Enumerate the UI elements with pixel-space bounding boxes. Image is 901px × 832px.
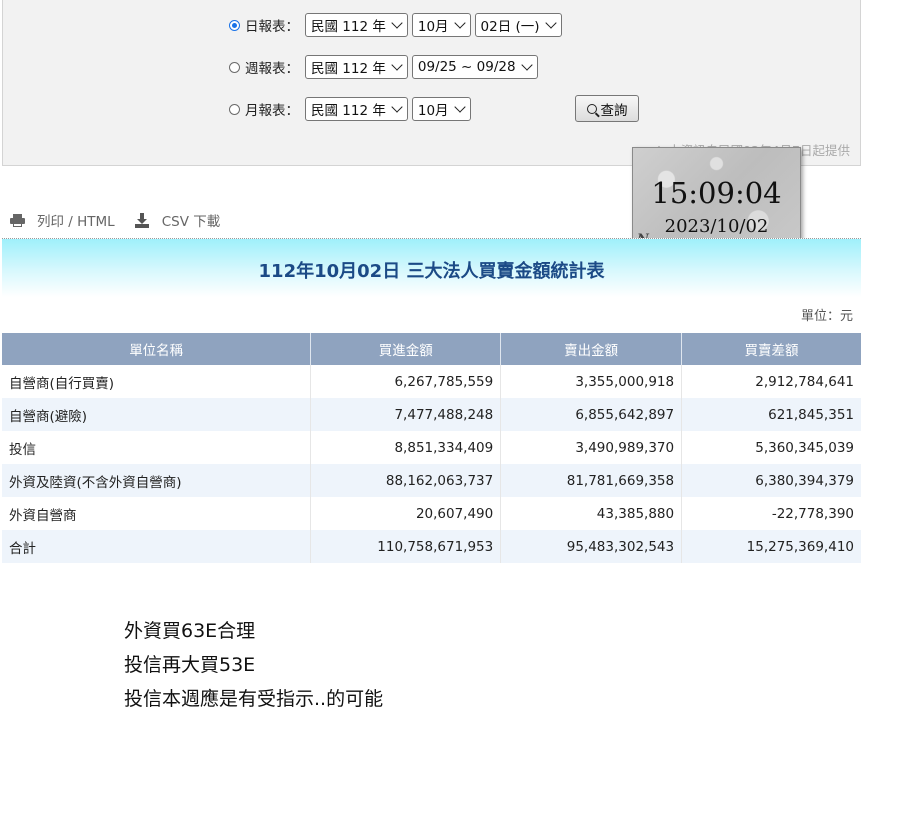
net-amount: 5,360,345,039 [755,439,854,456]
monthly-report-radio[interactable] [229,103,240,115]
comment-line: 投信再大買53E [124,654,256,676]
clock-time: 15:09:04 [651,176,782,210]
print-html-label: 列印 / HTML [37,214,115,230]
weekly-range-select[interactable]: 09/25 ~ 09/28 [411,55,538,79]
monthly-report-label: 月報表： [245,103,299,119]
monthly-report-row: 月報表： 民國 112 年 10月 [229,96,475,122]
buy-amount: 8,851,334,409 [310,431,502,464]
buy-amount: 20,607,490 [310,497,502,530]
query-button[interactable]: 查詢 [575,95,639,122]
query-button-label: 查詢 [600,102,628,119]
net-amount: -22,778,390 [771,505,854,522]
weekly-report-label: 週報表： [245,61,299,77]
daily-year-value: 民國 112 年 [311,19,386,35]
net-amount: 621,845,351 [681,398,861,431]
csv-download-link[interactable]: CSV 下載 [134,210,221,230]
net-amount: 2,912,784,641 [755,373,854,390]
unit-label: 單位：元 [800,309,853,324]
monthly-year-value: 民國 112 年 [311,103,386,119]
daily-month-select[interactable]: 10月 [411,13,471,37]
sell-amount: 3,490,989,370 [500,431,683,464]
buy-amount: 7,477,488,248 [310,398,502,431]
daily-month-value: 10月 [417,19,449,35]
table-header-row: 單位名稱 買進金額 賣出金額 買賣差額 [2,333,861,365]
monthly-year-select[interactable]: 民國 112 年 [305,97,408,121]
daily-report-row: 日報表： 民國 112 年 10月 02日 (一) [229,12,566,38]
sell-amount: 6,855,642,897 [500,398,683,431]
report-title: 112年10月02日 三大法人買賣金額統計表 [258,261,605,282]
weekly-report-row: 週報表： 民國 112 年 09/25 ~ 09/28 [229,54,542,80]
buy-amount: 88,162,063,737 [310,464,502,497]
institution-name: 自營商(避險) [2,398,312,431]
sell-amount: 95,483,302,543 [500,530,683,563]
weekly-year-select[interactable]: 民國 112 年 [305,55,408,79]
monthly-month-select[interactable]: 10月 [411,97,471,121]
column-header-sell: 賣出金額 [500,333,683,365]
chevron-down-icon [391,101,403,113]
report-tools: 列印 / HTML CSV 下載 [10,208,240,232]
table-row: 投信 8,851,334,409 3,490,989,370 5,360,345… [2,431,861,464]
column-header-buy: 買進金額 [310,333,502,365]
buy-amount: 6,267,785,559 [310,365,502,398]
report-title-bar: 112年10月02日 三大法人買賣金額統計表 [2,238,861,297]
institution-name: 外資及陸資(不含外資自營商) [2,464,312,497]
search-icon [586,103,597,114]
chevron-down-icon [391,17,403,29]
weekly-range-value: 09/25 ~ 09/28 [417,59,516,75]
table-row: 自營商(自行買賣) 6,267,785,559 3,355,000,918 2,… [2,365,861,398]
institutional-trading-table: 單位名稱 買進金額 賣出金額 買賣差額 自營商(自行買賣) 6,267,785,… [2,333,861,563]
column-header-name: 單位名稱 [2,333,312,365]
sell-amount: 43,385,880 [500,497,683,530]
sell-amount: 81,781,669,358 [500,464,683,497]
query-panel: 日報表： 民國 112 年 10月 02日 (一) 週報表： 民國 112 年 … [2,0,861,166]
printer-icon [10,213,25,227]
table-row-total: 合計 110,758,671,953 95,483,302,543 15,275… [2,530,861,563]
table-row: 外資自營商 20,607,490 43,385,880 -22,778,390 [2,497,861,530]
sell-amount: 3,355,000,918 [500,365,683,398]
net-amount: 15,275,369,410 [681,530,861,563]
weekly-report-radio[interactable] [229,61,240,73]
institution-name: 外資自營商 [2,497,312,530]
buy-amount: 110,758,671,953 [310,530,502,563]
chevron-down-icon [453,101,466,113]
print-html-link[interactable]: 列印 / HTML [10,210,115,230]
download-icon [134,212,149,228]
clock-date: 2023/10/02 [664,216,769,237]
chevron-down-icon [391,59,403,71]
user-comment: 外資買63E合理 投信再大買53E 投信本週應是有受指示..的可能 [124,614,383,716]
institution-name: 合計 [2,530,312,563]
daily-report-label: 日報表： [245,19,299,35]
comment-line: 投信本週應是有受指示..的可能 [124,688,384,710]
csv-download-label: CSV 下載 [161,214,221,230]
institution-name: 投信 [2,431,312,464]
institution-name: 自營商(自行買賣) [2,365,312,398]
daily-year-select[interactable]: 民國 112 年 [305,13,408,37]
table-row: 外資及陸資(不含外資自營商) 88,162,063,737 81,781,669… [2,464,861,497]
table-row: 自營商(避險) 7,477,488,248 6,855,642,897 621,… [2,398,861,431]
daily-report-radio[interactable] [229,19,240,31]
net-amount: 6,380,394,379 [681,464,861,497]
chevron-down-icon [453,17,466,29]
chevron-down-icon [544,17,557,29]
comment-line: 外資買63E合理 [124,620,256,642]
daily-day-value: 02日 (一) [480,19,540,35]
weekly-year-value: 民國 112 年 [311,61,386,77]
column-header-net: 買賣差額 [681,333,861,365]
monthly-month-value: 10月 [417,103,449,119]
chevron-down-icon [520,59,533,71]
daily-day-select[interactable]: 02日 (一) [474,13,562,37]
